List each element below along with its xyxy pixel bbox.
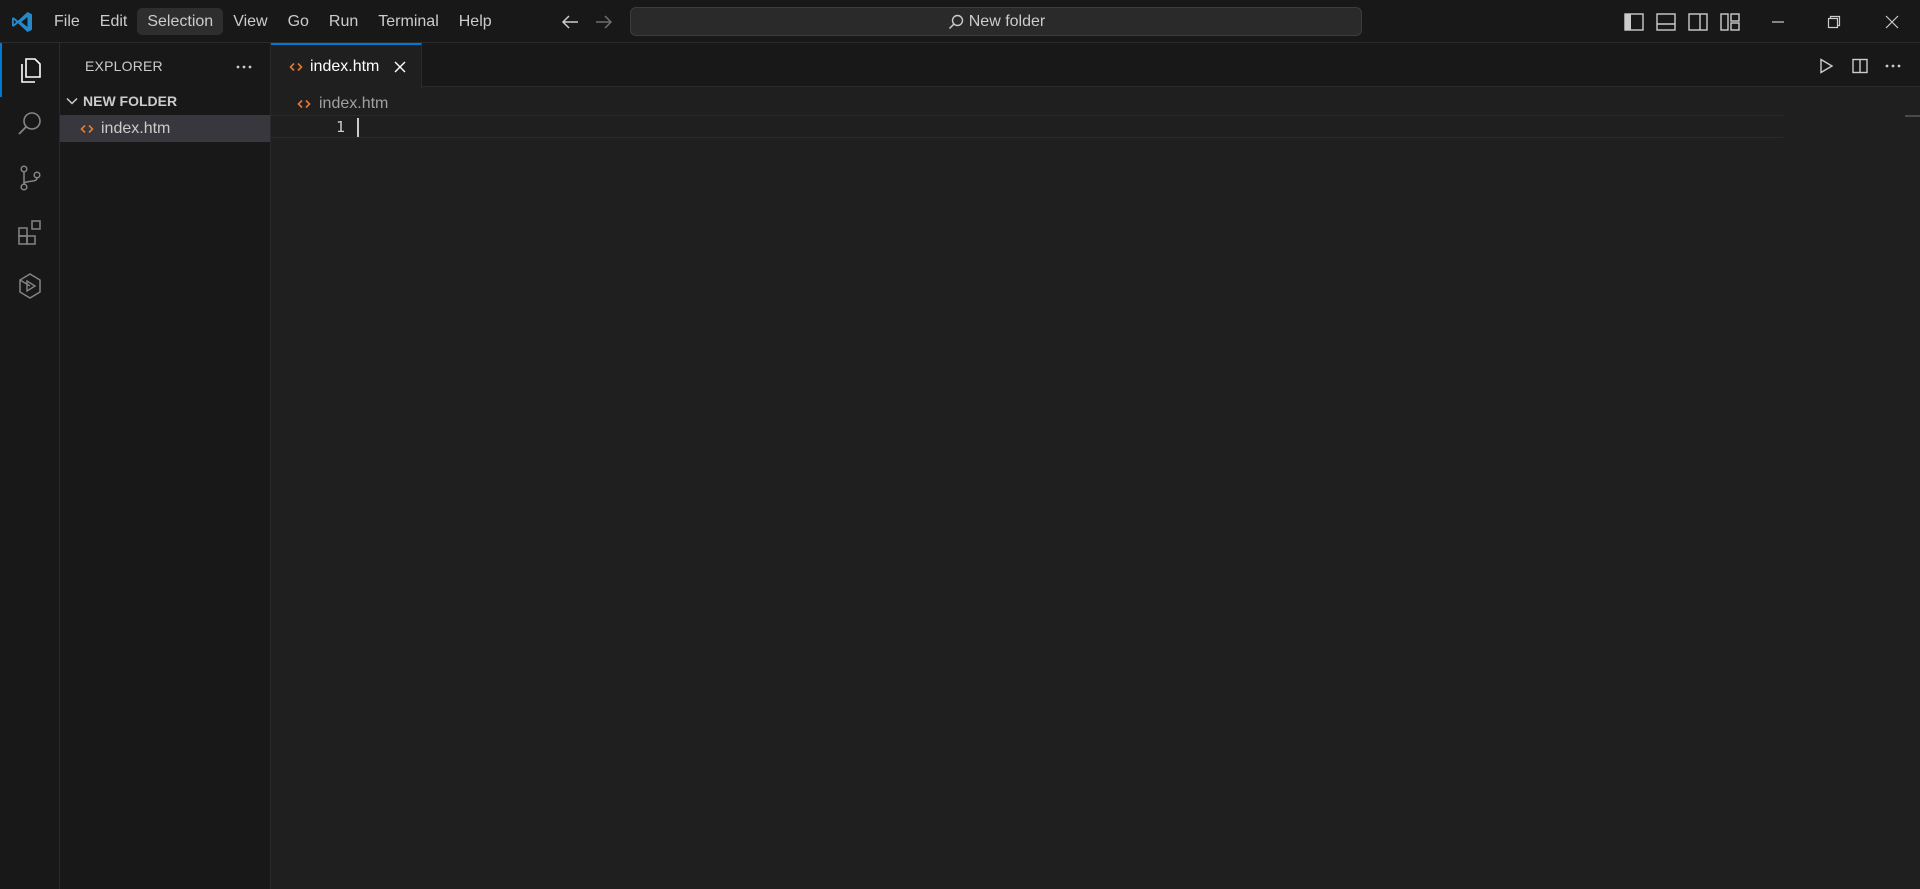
breadcrumb-file: index.htm [319, 95, 389, 112]
customize-layout-icon[interactable] [1717, 9, 1743, 35]
close-tab-icon[interactable] [393, 60, 407, 74]
toggle-primary-sidebar-icon[interactable] [1621, 9, 1647, 35]
source-control-icon[interactable] [0, 151, 60, 205]
html-file-icon [297, 97, 311, 111]
remote-explorer-icon[interactable] [0, 259, 60, 313]
back-arrow-icon[interactable] [558, 10, 582, 34]
activity-bar [0, 43, 60, 889]
menu-file[interactable]: File [44, 8, 90, 35]
line-number: 1 [335, 118, 345, 136]
vscode-logo-icon [10, 10, 34, 34]
more-actions-icon[interactable] [1880, 53, 1906, 79]
command-center[interactable]: New folder [630, 7, 1362, 36]
chevron-down-icon [65, 94, 79, 108]
command-center-text: New folder [968, 12, 1046, 30]
menu-edit[interactable]: Edit [90, 8, 138, 35]
search-icon [947, 13, 965, 31]
folder-header[interactable]: NEW FOLDER [60, 90, 270, 112]
menu-help[interactable]: Help [449, 8, 502, 35]
menu-terminal[interactable]: Terminal [368, 8, 448, 35]
search-icon[interactable] [0, 97, 60, 151]
scrollbar[interactable] [1905, 115, 1920, 117]
menu-view[interactable]: View [223, 8, 277, 35]
restore-icon[interactable] [1806, 0, 1862, 43]
forward-arrow-icon[interactable] [592, 10, 616, 34]
current-line[interactable]: 1 [271, 115, 1783, 138]
tab-label: index.htm [310, 57, 380, 75]
menu-go[interactable]: Go [278, 8, 319, 35]
menu-bar: File Edit Selection View Go Run Terminal… [44, 8, 502, 35]
breadcrumb[interactable]: index.htm [297, 93, 388, 115]
menu-selection[interactable]: Selection [137, 8, 224, 35]
html-file-icon [289, 60, 303, 74]
explorer-sidebar: EXPLORER NEW FOLDER index.htm [60, 43, 271, 889]
html-file-icon [80, 122, 94, 136]
folder-name: NEW FOLDER [83, 93, 178, 109]
toggle-secondary-sidebar-icon[interactable] [1685, 9, 1711, 35]
tab-bar: index.htm [271, 43, 1920, 88]
text-cursor [357, 118, 359, 137]
close-window-icon[interactable] [1864, 0, 1920, 43]
extensions-icon[interactable] [0, 205, 60, 259]
file-item-index-htm[interactable]: index.htm [60, 115, 270, 142]
run-icon[interactable] [1813, 53, 1839, 79]
tab-index-htm[interactable]: index.htm [271, 43, 422, 88]
title-bar: File Edit Selection View Go Run Terminal… [0, 0, 1920, 43]
explorer-icon[interactable] [0, 43, 60, 97]
minimize-icon[interactable] [1750, 0, 1806, 43]
toggle-panel-icon[interactable] [1653, 9, 1679, 35]
menu-run[interactable]: Run [319, 8, 368, 35]
more-actions-icon[interactable] [232, 55, 256, 79]
split-editor-icon[interactable] [1847, 53, 1873, 79]
file-name: index.htm [101, 119, 171, 137]
editor-area: index.htm index.htm 1 [271, 43, 1920, 889]
sidebar-title: EXPLORER [85, 58, 163, 74]
